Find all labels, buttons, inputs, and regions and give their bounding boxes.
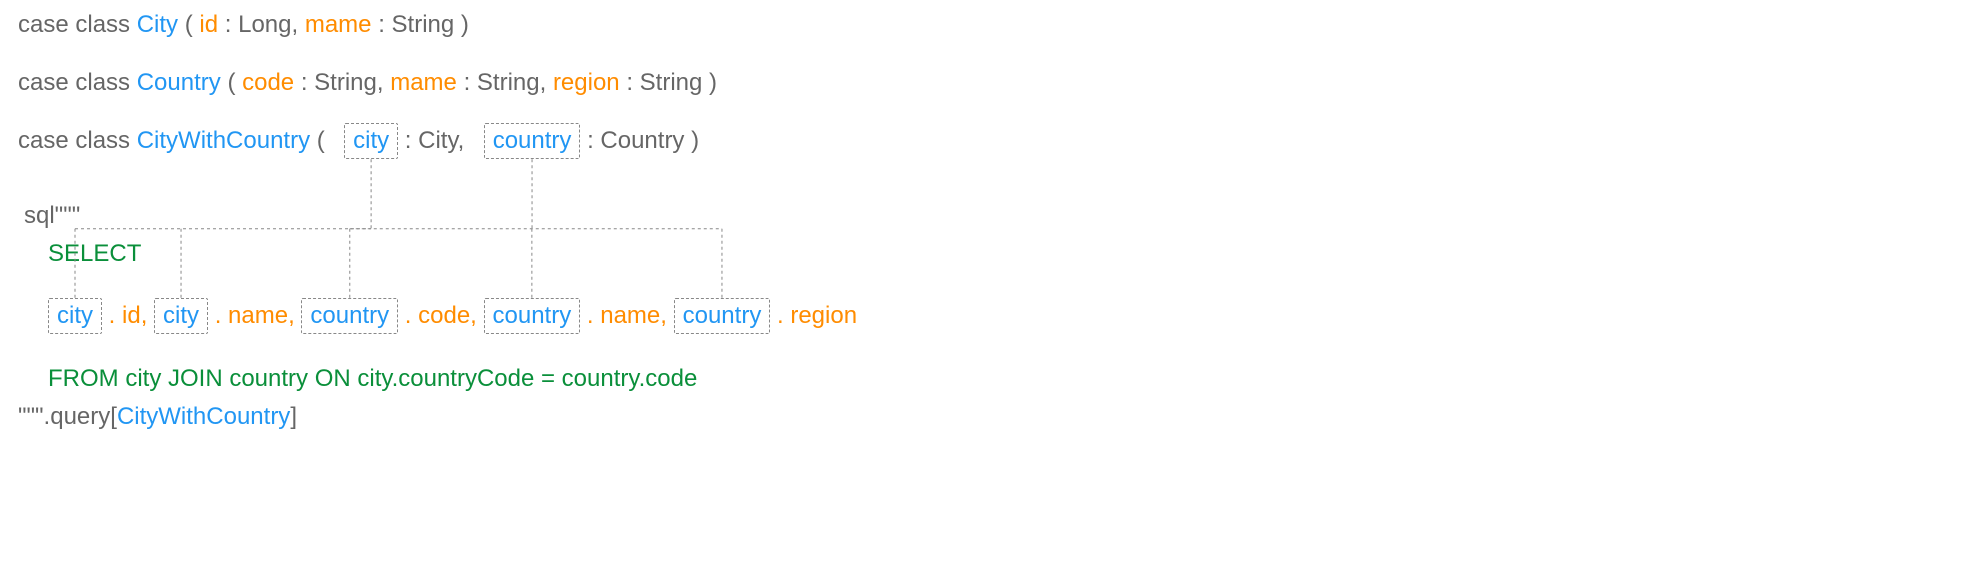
- paren-open: (: [227, 69, 235, 96]
- col-city-id-tbl: city: [48, 298, 102, 334]
- class-country: case class Country ( code : String, mame…: [18, 66, 1952, 100]
- col-country-name-tbl: country: [484, 298, 581, 334]
- sql-block: sql""" SELECT city . id, city . name, co…: [18, 199, 1952, 433]
- col-country-region-tbl: country: [674, 298, 771, 334]
- param-mame-type: : String ): [378, 11, 469, 38]
- col-city-name: . name,: [215, 302, 302, 329]
- keyword: case class: [18, 127, 130, 154]
- param-region: region: [553, 69, 620, 96]
- bracket: ]: [290, 403, 297, 430]
- col-country-region: . region: [777, 302, 857, 329]
- param-city-box: city: [344, 123, 398, 159]
- paren-open: (: [317, 127, 325, 154]
- param-region-type: : String ): [626, 69, 717, 96]
- col-city-id: . id,: [109, 302, 154, 329]
- keyword: case class: [18, 11, 130, 38]
- col-country-code: . code,: [405, 302, 484, 329]
- param-code-type: : String,: [301, 69, 390, 96]
- sql-select-row: city . id, city . name, country . code, …: [48, 298, 1952, 334]
- type-name-city: City: [137, 11, 178, 38]
- type-name-cwc: CityWithCountry: [137, 127, 310, 154]
- col-country-name: . name,: [587, 302, 674, 329]
- param-id-type: : Long,: [225, 11, 305, 38]
- param-mame: mame: [305, 11, 372, 38]
- class-city: case class City ( id : Long, mame : Stri…: [18, 8, 1952, 42]
- type-name-country: Country: [137, 69, 221, 96]
- param-mame-type: : String,: [464, 69, 553, 96]
- query-close: """.query[: [18, 403, 117, 430]
- sql-from: FROM city JOIN country ON city.countryCo…: [48, 362, 1952, 396]
- query-type: CityWithCountry: [117, 403, 290, 430]
- param-country-type: : Country ): [587, 127, 699, 154]
- keyword: case class: [18, 69, 130, 96]
- sql-select: SELECT: [48, 237, 1952, 271]
- sql-open: sql""": [24, 199, 1952, 233]
- class-citywithcountry: case class CityWithCountry ( city : City…: [18, 123, 1952, 159]
- col-country-code-tbl: country: [301, 298, 398, 334]
- param-city-type: : City,: [405, 127, 465, 154]
- param-mame: mame: [390, 69, 457, 96]
- sql-close: """.query[CityWithCountry]: [18, 400, 1952, 434]
- paren-open: (: [185, 11, 193, 38]
- param-id: id: [199, 11, 218, 38]
- col-city-name-tbl: city: [154, 298, 208, 334]
- param-code: code: [242, 69, 294, 96]
- param-country-box: country: [484, 123, 581, 159]
